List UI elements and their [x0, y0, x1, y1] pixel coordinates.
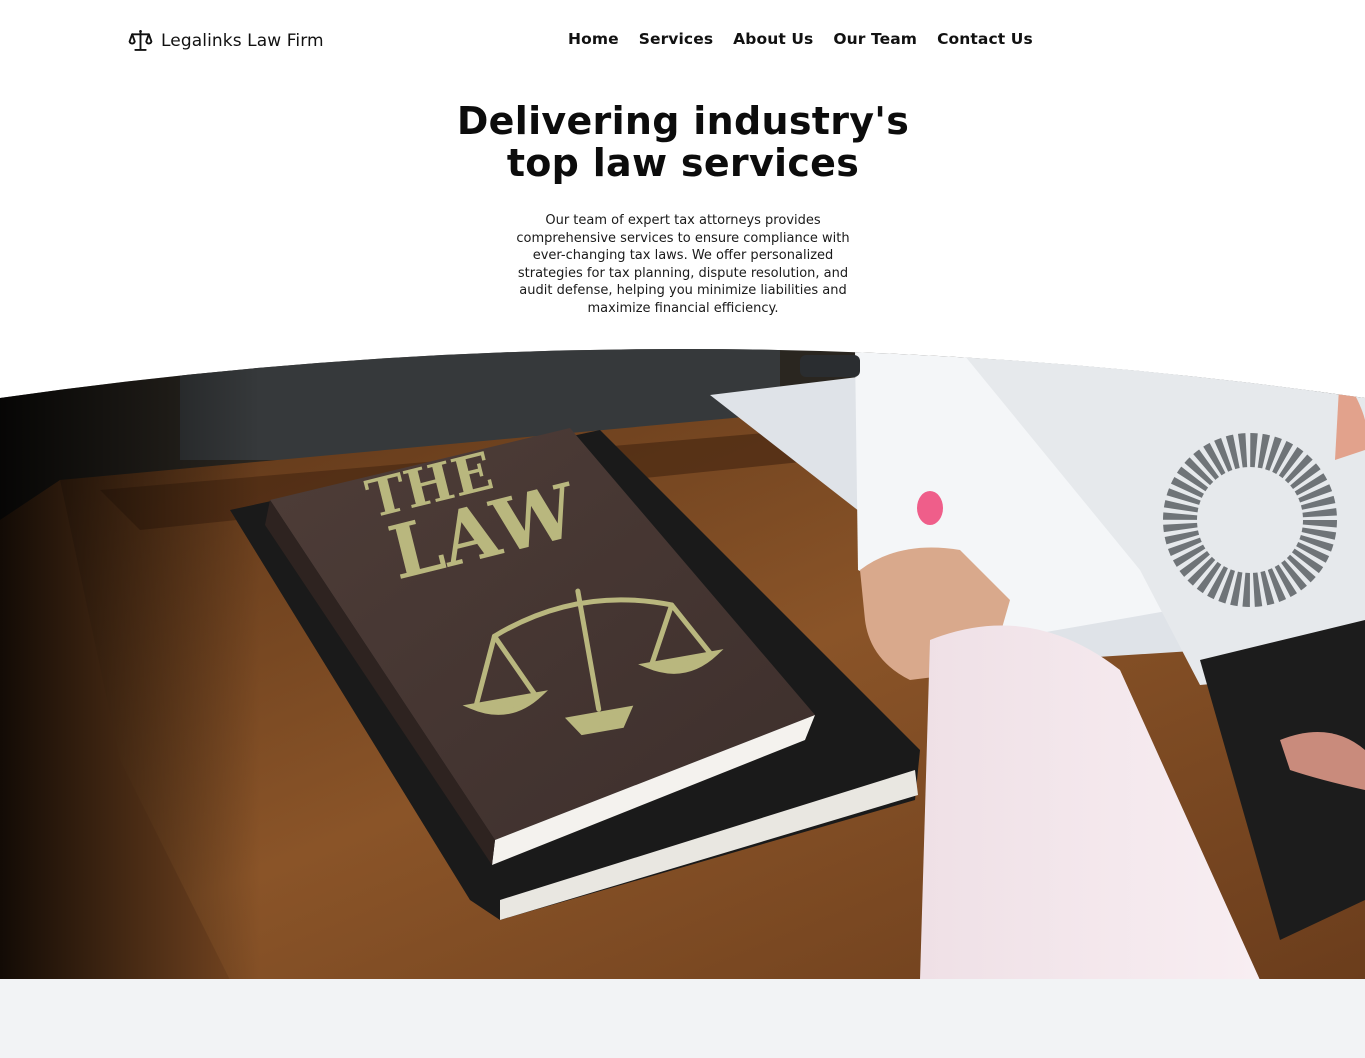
brand-logo-link[interactable]: Legalinks Law Firm — [128, 28, 324, 53]
nav-services[interactable]: Services — [639, 30, 713, 48]
law-book-photo: THE LAW — [0, 349, 1365, 980]
main-nav: Home Services About Us Our Team Contact … — [568, 30, 1033, 48]
nav-about-us[interactable]: About Us — [733, 30, 813, 48]
hero-photo: THE LAW — [0, 340, 1365, 980]
site-header: Legalinks Law Firm Home Services About U… — [0, 0, 1365, 82]
page: Legalinks Law Firm Home Services About U… — [0, 0, 1365, 1058]
hero-title-line2: top law services — [506, 141, 860, 185]
brand-name: Legalinks Law Firm — [161, 30, 324, 51]
hero-title-line1: Delivering industry's — [456, 99, 910, 143]
nav-contact-us[interactable]: Contact Us — [937, 30, 1033, 48]
footer-band — [0, 979, 1365, 1058]
nav-home[interactable]: Home — [568, 30, 619, 48]
hero-description: Our team of expert tax attorneys provide… — [516, 213, 850, 316]
nav-our-team[interactable]: Our Team — [833, 30, 917, 48]
scales-icon — [128, 29, 153, 51]
hero-title: Delivering industry's top law services — [382, 100, 984, 184]
